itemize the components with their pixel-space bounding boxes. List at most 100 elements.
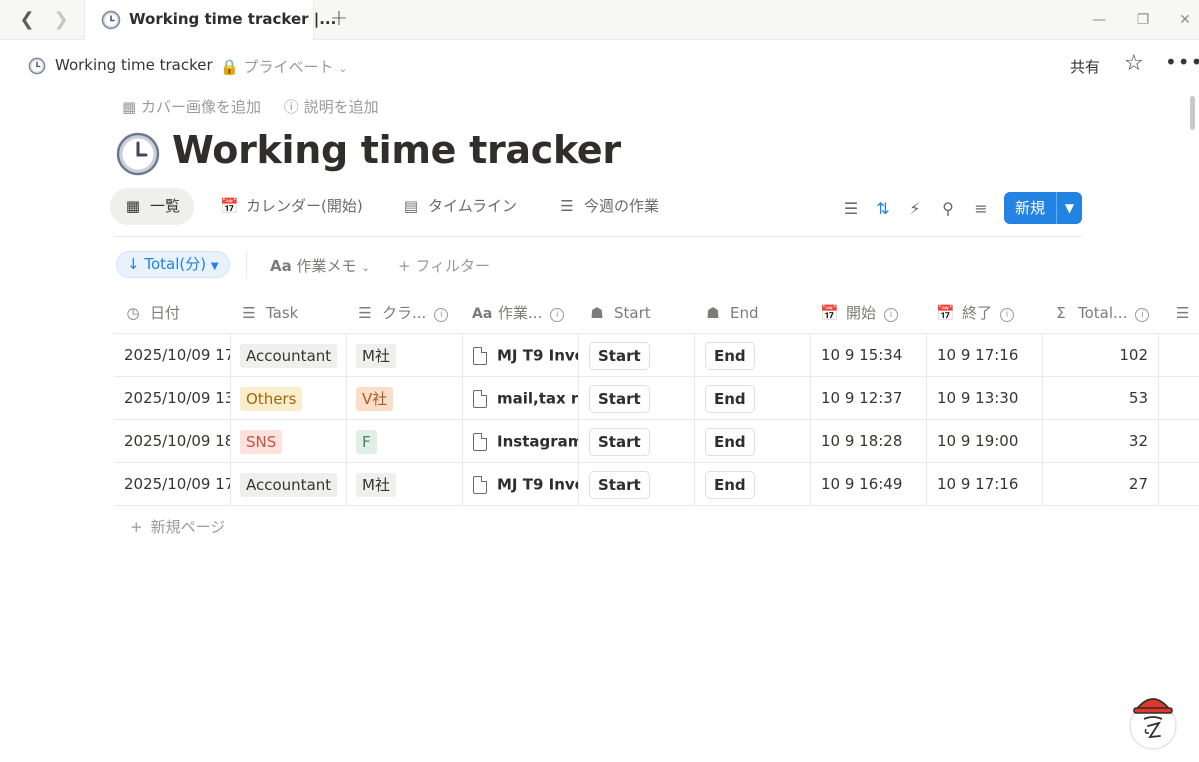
column-header-task[interactable]: ☰ Task [230,293,346,333]
table-row[interactable]: 2025/10/09 13: Others V社 mail,tax rep St… [114,377,1199,420]
memo-cell[interactable]: MJ T9 Invo [463,334,579,376]
task-cell[interactable]: Accountant [231,334,347,376]
total-cell[interactable]: 32 [1043,420,1159,462]
end-time-cell[interactable]: 10 9 19:00 [927,420,1043,462]
calendar-icon: 📅 [936,304,955,322]
date-cell[interactable]: 2025/10/09 13: [114,377,231,419]
divider [246,252,247,278]
end-time-cell[interactable]: 10 9 17:16 [927,463,1043,505]
start-time-cell[interactable]: 10 9 12:37 [811,377,927,419]
plus-icon: + [398,257,411,275]
column-header-end-time[interactable]: 📅 終了 i [926,293,1042,333]
memo-cell[interactable]: Instagram, [463,420,579,462]
end-cell: End [695,463,811,505]
start-time-cell[interactable]: 10 9 15:34 [811,334,927,376]
privacy-dropdown[interactable]: 🔒 プライベート ⌄ [220,56,347,77]
table-row[interactable]: 2025/10/09 17: Accountant M社 MJ T9 Invo … [114,334,1199,377]
calendar-icon: 📅 [220,197,239,215]
info-icon: i [1000,308,1015,322]
add-cover-button[interactable]: ▦ カバー画像を追加 [122,96,261,117]
start-cell: Start [579,420,695,462]
column-options-icon[interactable]: ☰ [1166,293,1199,333]
end-button[interactable]: End [705,384,755,413]
end-time-cell[interactable]: 10 9 13:30 [927,377,1043,419]
clock-icon[interactable] [116,132,160,176]
sort-pill[interactable]: ↓ Total(分) ▼ [116,251,230,278]
total-cell[interactable]: 53 [1043,377,1159,419]
info-icon: i [434,308,449,322]
browser-tab[interactable]: Working time tracker |... [84,0,336,40]
column-header-total[interactable]: Σ Total... i [1042,293,1158,333]
start-button[interactable]: Start [589,341,650,370]
automation-icon[interactable]: ⚡ [904,198,926,220]
close-icon[interactable]: ✕ [1170,8,1199,32]
button-icon: ☗ [706,304,720,322]
start-button[interactable]: Start [589,427,650,456]
table-row[interactable]: 2025/10/09 18: SNS F Instagram, Start En… [114,420,1199,463]
memo-cell[interactable]: mail,tax rep [463,377,579,419]
image-icon: ▦ [122,98,137,116]
filter-icon[interactable]: ☰ [840,198,862,220]
client-cell[interactable]: M社 [347,334,463,376]
sigma-icon: Σ [1056,304,1066,322]
settings-icon[interactable]: ≡ [970,198,992,220]
end-button[interactable]: End [705,427,755,456]
end-time-cell[interactable]: 10 9 17:16 [927,334,1043,376]
table-row[interactable]: 2025/10/09 17: Accountant M社 MJ T9 Invo … [114,463,1199,506]
tab-timeline-view[interactable]: ▤ タイムライン [388,188,531,225]
database-table: ◷ 日付 ☰ Task ☰ クラ... i Aa 作業... i ☗ Start ☗ End 📅… [114,293,1199,506]
sort-icon[interactable]: ⇅ [872,198,894,220]
column-header-memo[interactable]: Aa 作業... i [462,293,578,333]
tab-this-week-view[interactable]: ☰ 今週の作業 [544,188,673,225]
start-time-cell[interactable]: 10 9 18:28 [811,420,927,462]
property-filter[interactable]: Aa 作業メモ ⌄ [270,255,370,276]
back-icon[interactable]: ❮ [14,8,40,32]
date-cell[interactable]: 2025/10/09 18: [114,420,231,462]
help-assistant-icon[interactable] [1126,690,1180,750]
memo-cell[interactable]: MJ T9 Invo [463,463,579,505]
info-icon: i [884,308,899,322]
column-header-start-time[interactable]: 📅 開始 i [810,293,926,333]
total-cell[interactable]: 102 [1043,334,1159,376]
memo-title: mail,tax rep [497,389,579,408]
client-cell[interactable]: V社 [347,377,463,419]
start-time-cell[interactable]: 10 9 16:49 [811,463,927,505]
new-tab-button[interactable]: + [326,6,352,32]
task-cell[interactable]: Accountant [231,463,347,505]
star-icon[interactable]: ☆ [1124,52,1144,76]
add-description-button[interactable]: ⓘ 説明を追加 [284,96,379,117]
start-cell: Start [579,377,695,419]
scrollbar[interactable] [1190,96,1195,130]
task-cell[interactable]: Others [231,377,347,419]
total-cell[interactable]: 27 [1043,463,1159,505]
column-header-start[interactable]: ☗ Start [578,293,694,333]
start-button[interactable]: Start [589,384,650,413]
date-cell[interactable]: 2025/10/09 17: [114,334,231,376]
breadcrumb-title[interactable]: Working time tracker [55,56,213,74]
add-filter-button[interactable]: + フィルター [398,255,490,276]
tab-calendar-view[interactable]: 📅 カレンダー(開始) [206,188,377,225]
restore-icon[interactable]: ❐ [1128,8,1158,32]
minimize-icon[interactable]: — [1084,8,1114,32]
end-button[interactable]: End [705,341,755,370]
page-title[interactable]: Working time tracker [172,128,621,172]
more-icon[interactable]: ••• [1165,52,1199,72]
date-cell[interactable]: 2025/10/09 17: [114,463,231,505]
column-header-end[interactable]: ☗ End [694,293,810,333]
search-icon[interactable]: ⚲ [937,198,959,220]
column-header-client[interactable]: ☰ クラ... i [346,293,462,333]
share-button[interactable]: 共有 [1064,54,1106,79]
privacy-label: プライベート [243,58,334,76]
page-icon [473,389,487,408]
start-button[interactable]: Start [589,470,650,499]
task-cell[interactable]: SNS [231,420,347,462]
chevron-down-icon[interactable]: ▼ [1057,192,1082,224]
client-cell[interactable]: M社 [347,463,463,505]
client-cell[interactable]: F [347,420,463,462]
column-header-date[interactable]: ◷ 日付 [114,293,230,333]
end-button[interactable]: End [705,470,755,499]
new-page-button[interactable]: + 新規ページ [130,516,225,537]
tab-table-view[interactable]: ▦ 一覧 [110,188,195,225]
new-button[interactable]: 新規 ▼ [1004,192,1082,224]
forward-icon[interactable]: ❯ [48,8,74,32]
